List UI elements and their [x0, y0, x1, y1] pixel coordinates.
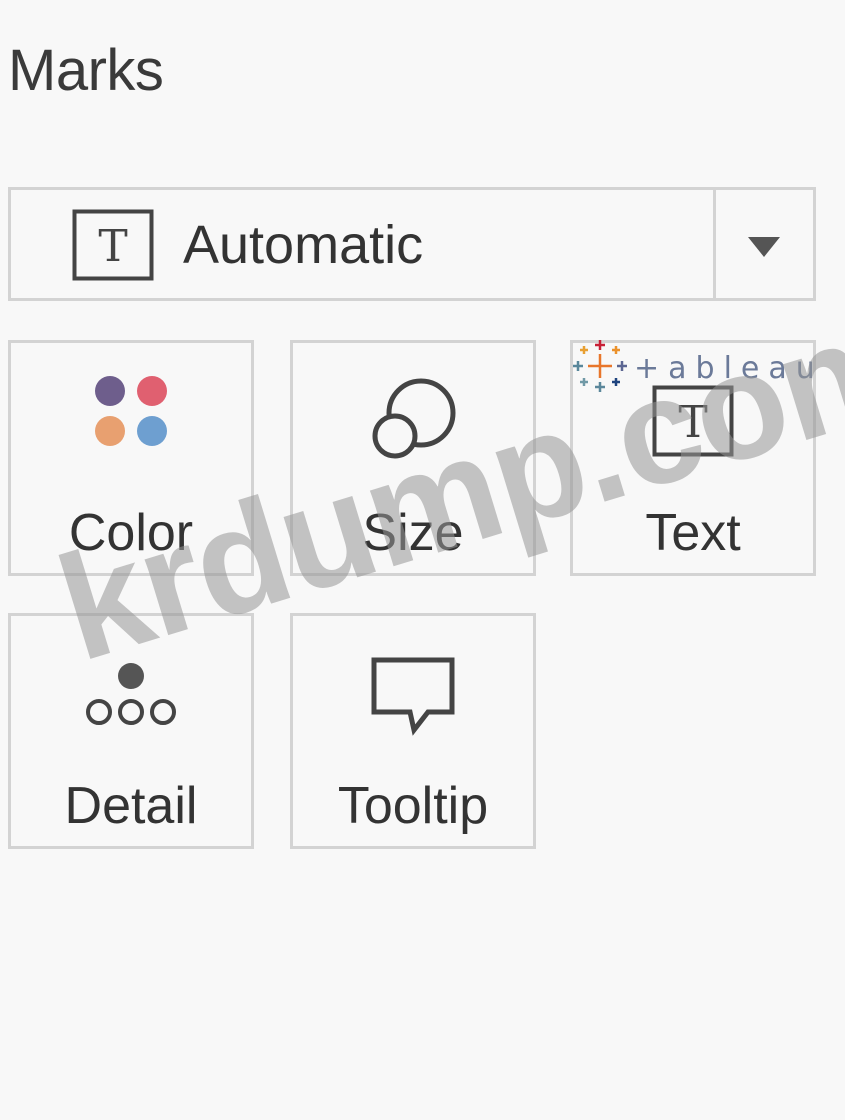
tableau-logo-text: +ableau [634, 351, 824, 386]
detail-dots-icon [11, 660, 251, 735]
detail-card-label: Detail [64, 777, 198, 835]
tooltip-card-label: Tooltip [337, 777, 489, 835]
triangle-down-icon[interactable] [748, 237, 780, 262]
size-card-label: Size [362, 504, 464, 562]
svg-text:T: T [98, 221, 127, 272]
tableau-crosses-icon [570, 338, 630, 399]
overlapping-circles-icon [293, 373, 533, 468]
color-card-label: Color [68, 504, 194, 562]
svg-text:T: T [678, 397, 707, 448]
speech-bubble-icon [293, 656, 533, 741]
four-color-dots-icon [11, 373, 251, 458]
mark-type-value: Automatic [183, 215, 424, 275]
dropdown-divider [713, 190, 716, 298]
tooltip-card[interactable]: Tooltip [290, 613, 536, 849]
mark-type-dropdown[interactable]: T Automatic [8, 187, 816, 301]
marks-panel-title: Marks [8, 38, 164, 103]
text-t-icon: T [72, 209, 154, 286]
detail-card[interactable]: Detail [8, 613, 254, 849]
size-card[interactable]: Size [290, 340, 536, 576]
text-card-label: Text [645, 504, 741, 562]
color-card[interactable]: Color [8, 340, 254, 576]
tableau-logo: +ableau [570, 338, 824, 399]
